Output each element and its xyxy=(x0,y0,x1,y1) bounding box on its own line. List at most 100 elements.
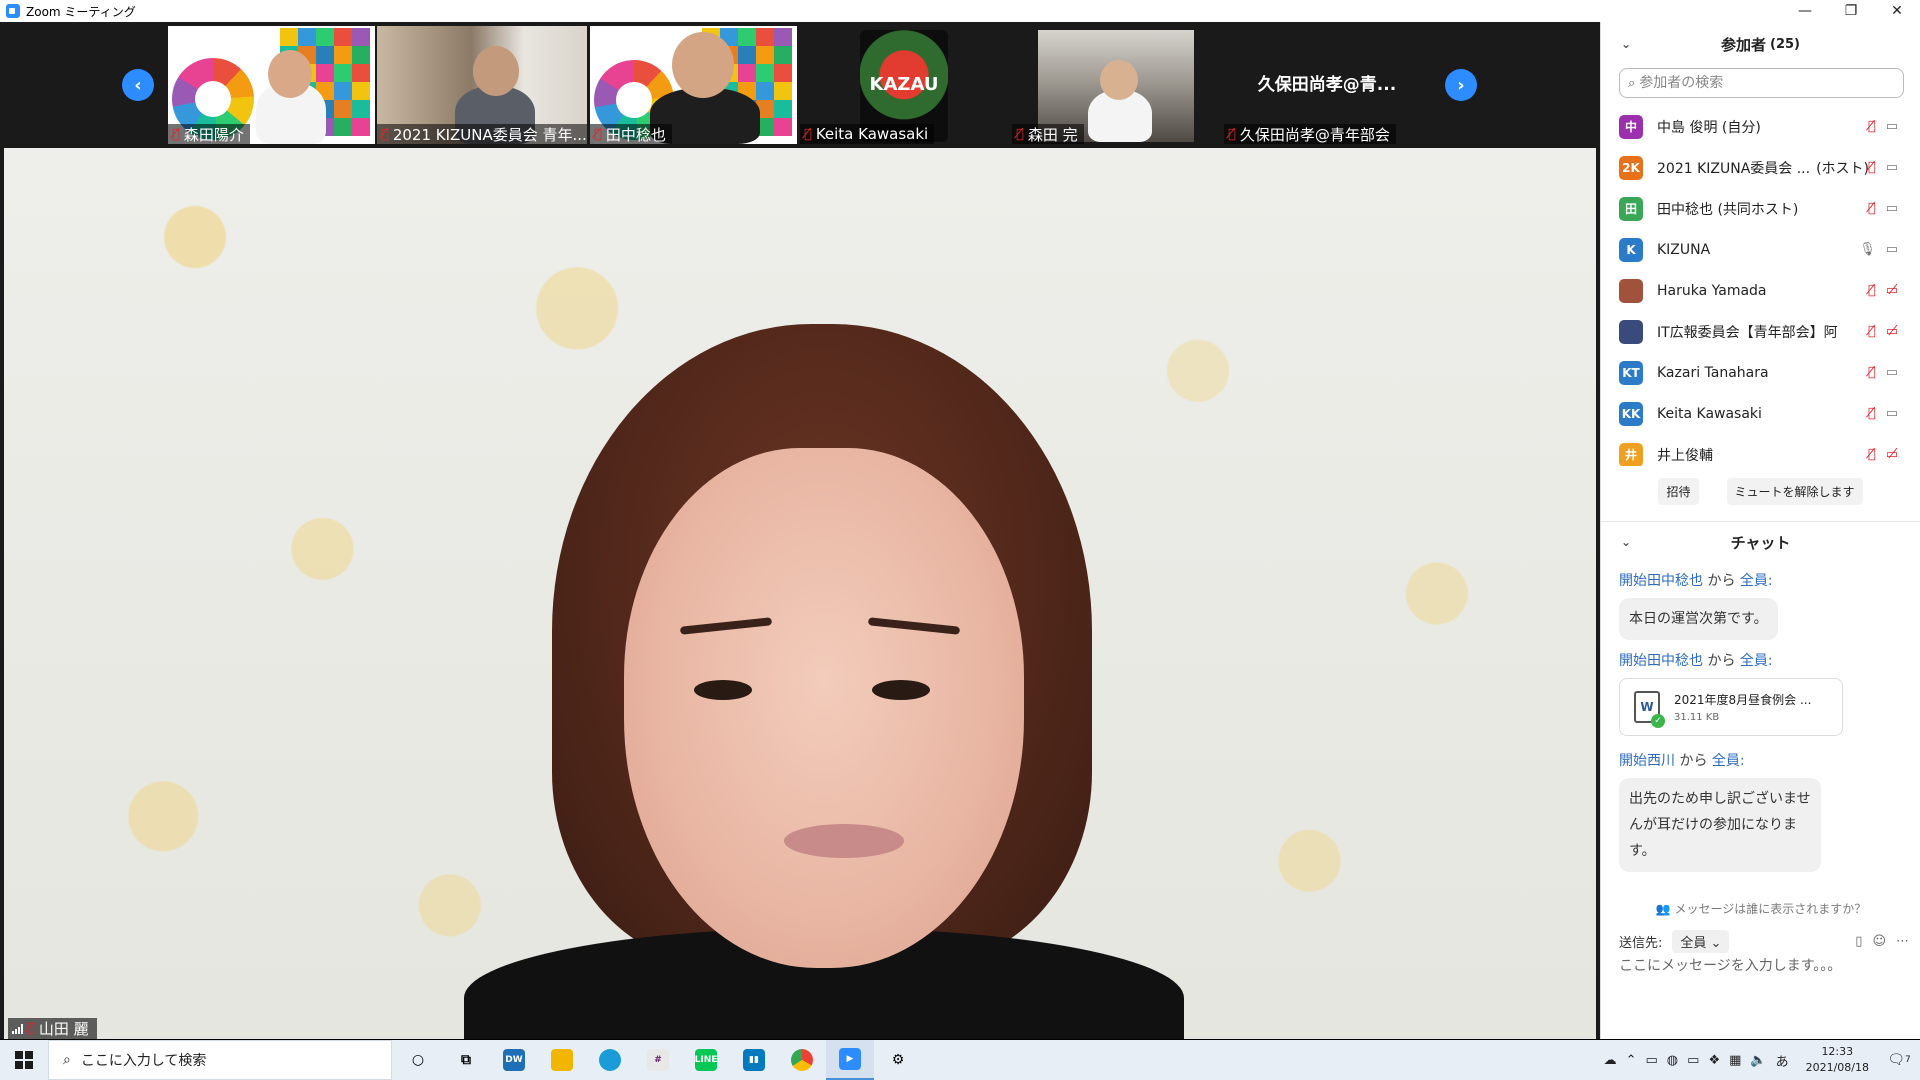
video-thumbnail[interactable]: KAZAU 🎙̸ Keita Kawasaki xyxy=(800,26,1010,144)
participant-row[interactable]: K KIZUNA 🎙 ▭ xyxy=(1601,229,1920,270)
chevron-down-icon[interactable]: ⌄ xyxy=(1621,535,1631,549)
title-bar: Zoom ミーティング — ❐ ✕ xyxy=(0,0,1920,22)
video-thumbnail[interactable]: 久保田尚孝@青... 🎙̸ 久保田尚孝@青年部会 xyxy=(1224,26,1430,144)
prev-page-button[interactable]: ‹ xyxy=(122,69,154,101)
msg-recipient[interactable]: 全員 xyxy=(1740,573,1768,589)
video-thumbnail[interactable]: 🎙̸ 2021 KIZUNA委員会 青年... xyxy=(377,26,587,144)
speaker-name: 山田 麗 xyxy=(38,1020,89,1038)
thumbnail-caption: 🎙̸ 2021 KIZUNA委員会 青年... xyxy=(377,124,587,144)
restore-button[interactable]: ❐ xyxy=(1828,0,1874,22)
dw-app-icon[interactable]: DW xyxy=(490,1040,538,1080)
chevron-down-icon[interactable]: ⌄ xyxy=(1621,37,1631,51)
unmute-all-button[interactable]: ミュートを解除します xyxy=(1726,478,1863,505)
msg-from-to: から xyxy=(1703,653,1740,669)
msg-sender[interactable]: 田中稔也 xyxy=(1647,573,1703,589)
person-head xyxy=(473,46,519,96)
participant-row[interactable]: 井井上俊輔 🎙̸ ▭̸ xyxy=(1601,434,1920,466)
file-attachment[interactable]: W ✓ 2021年度8月昼食例会 ... 31.11 KB xyxy=(1619,678,1843,736)
mic-muted-icon: 🎙̸ xyxy=(1867,406,1876,421)
cortana-icon[interactable]: ○ xyxy=(394,1040,442,1080)
battery-icon[interactable]: ▭ xyxy=(1646,1053,1658,1068)
participant-row[interactable]: KT Kazari Tanahara 🎙̸ ▭ xyxy=(1601,352,1920,393)
chevron-up-icon[interactable]: ⌃ xyxy=(1626,1053,1637,1068)
taskbar-apps: ○ ⧉ DW # LINE ▮▮ ▶ ⚙ xyxy=(394,1040,922,1080)
mic-muted-icon: 🎙̸ xyxy=(1867,324,1876,339)
next-page-button[interactable]: › xyxy=(1445,69,1477,101)
people-icon: 👥 xyxy=(1655,902,1675,916)
participant-row[interactable]: Haruka Yamada 🎙̸ ▭̸ xyxy=(1601,270,1920,311)
line-icon[interactable]: LINE xyxy=(682,1040,730,1080)
mic-muted-icon: 🎙̸ xyxy=(172,126,180,142)
start-button[interactable] xyxy=(0,1040,48,1080)
avatar: 井 xyxy=(1619,442,1643,466)
file-icon[interactable]: ▯ xyxy=(1855,934,1862,949)
system-tray: ☁ ⌃ ▭ ◍ ▭ ❖ ▦ 🔈 あ 12:33 2021/08/18 🗨 7 xyxy=(1604,1040,1920,1080)
security-icon[interactable]: ◍ xyxy=(1667,1053,1678,1068)
ime-indicator[interactable]: あ xyxy=(1776,1051,1789,1070)
volume-icon[interactable]: 🔈 xyxy=(1750,1053,1766,1068)
msg-sender[interactable]: 西川 xyxy=(1647,753,1675,769)
zoom-taskbar-icon[interactable]: ▶ xyxy=(826,1040,874,1080)
participant-status-icons: 🎙̸ ▭̸ xyxy=(1868,447,1898,462)
send-to-select[interactable]: 全員 ⌄ xyxy=(1672,930,1730,953)
participant-row[interactable]: 中中島 俊明 (自分) 🎙̸ ▭ xyxy=(1601,106,1920,147)
video-thumbnail[interactable]: 🎙̸ 森田 完 xyxy=(1012,26,1222,144)
mic-muted-icon: 🎙̸ xyxy=(1867,201,1876,216)
mic-icon: 🎙 xyxy=(1859,242,1876,257)
display-icon[interactable]: ▭ xyxy=(1687,1053,1699,1068)
edge-icon[interactable] xyxy=(586,1040,634,1080)
trello-icon[interactable]: ▮▮ xyxy=(730,1040,778,1080)
person-head xyxy=(268,50,312,98)
mic-muted-icon: 🎙̸ xyxy=(1867,160,1876,175)
minimize-button[interactable]: — xyxy=(1782,0,1828,22)
video-thumbnail[interactable]: 🎙̸ 森田陽介 xyxy=(168,26,375,144)
msg-recipient[interactable]: 全員 xyxy=(1740,653,1768,669)
clock[interactable]: 12:33 2021/08/18 xyxy=(1806,1044,1869,1076)
chat-message-input[interactable] xyxy=(1619,958,1909,974)
file-explorer-icon[interactable] xyxy=(538,1040,586,1080)
participant-search-input[interactable] xyxy=(1639,75,1880,91)
notification-icon[interactable]: 🗨 7 xyxy=(1886,1049,1912,1071)
avatar xyxy=(1619,319,1643,344)
chat-line: んが耳だけの参加になりま xyxy=(1629,817,1797,833)
more-icon[interactable]: ⋯ xyxy=(1896,934,1909,949)
avatar: 2K xyxy=(1619,155,1643,180)
who-can-see-text: メッセージは誰に表示されますか？ xyxy=(1674,902,1867,916)
invite-button[interactable]: 招待 xyxy=(1658,478,1699,505)
settings-icon[interactable]: ⚙ xyxy=(874,1040,922,1080)
chevron-down-icon: ⌄ xyxy=(1710,936,1722,951)
participant-row[interactable]: 田田中稔也 (共同ホスト) 🎙̸ ▭ xyxy=(1601,188,1920,229)
video-thumbnail[interactable]: 🎙̸ 田中稔也 xyxy=(590,26,797,144)
msg-recipient[interactable]: 全員 xyxy=(1712,753,1740,769)
network-icon[interactable]: ▦ xyxy=(1729,1053,1741,1068)
task-view-icon[interactable]: ⧉ xyxy=(442,1040,490,1080)
participant-name: Kazari Tanahara xyxy=(1657,364,1769,381)
msg-sender[interactable]: 田中稔也 xyxy=(1647,653,1703,669)
participant-status-icons: 🎙̸ ▭ xyxy=(1868,201,1898,216)
emoji-icon[interactable]: ☺ xyxy=(1872,934,1886,949)
who-can-see-link[interactable]: 👥 メッセージは誰に表示されますか？ xyxy=(1601,900,1920,917)
camera-off-icon: ▭̸ xyxy=(1885,447,1898,462)
participant-name: Keita Kawasaki xyxy=(1657,405,1762,422)
avatar: K xyxy=(1619,237,1643,262)
participant-name: 田中稔也 (共同ホスト) xyxy=(1657,201,1799,218)
file-name: 2021年度8月昼食例会 ... xyxy=(1674,693,1812,707)
participant-role-tag: (ホスト) xyxy=(1816,160,1870,177)
avatar: 中 xyxy=(1619,114,1643,139)
chat-line: 出先のため申し訳ございませ xyxy=(1629,791,1811,807)
check-icon: ✓ xyxy=(1651,714,1665,728)
slack-icon[interactable]: # xyxy=(634,1040,682,1080)
weather-icon[interactable]: ☁ xyxy=(1604,1053,1617,1068)
participant-row[interactable]: KK Keita Kawasaki 🎙̸ ▭ xyxy=(1601,393,1920,434)
mic-muted-icon: 🎙̸ xyxy=(27,1021,35,1036)
participant-row[interactable]: 2K 2021 KIZUNA委員会 ... (ホスト) 🎙̸ ▭ xyxy=(1601,147,1920,188)
participant-row[interactable]: IT広報委員会【青年部会】阿 🎙̸ ▭̸ xyxy=(1601,311,1920,352)
chrome-icon[interactable] xyxy=(778,1040,826,1080)
close-button[interactable]: ✕ xyxy=(1874,0,1920,22)
avatar: KT xyxy=(1619,360,1643,385)
taskbar-search[interactable]: ⌕ ここに入力して検索 xyxy=(48,1040,392,1080)
participant-search[interactable]: ⌕ xyxy=(1619,68,1904,98)
avatar: KK xyxy=(1619,401,1643,426)
dropbox-icon[interactable]: ❖ xyxy=(1708,1053,1720,1068)
camera-icon: ▭ xyxy=(1885,365,1898,380)
